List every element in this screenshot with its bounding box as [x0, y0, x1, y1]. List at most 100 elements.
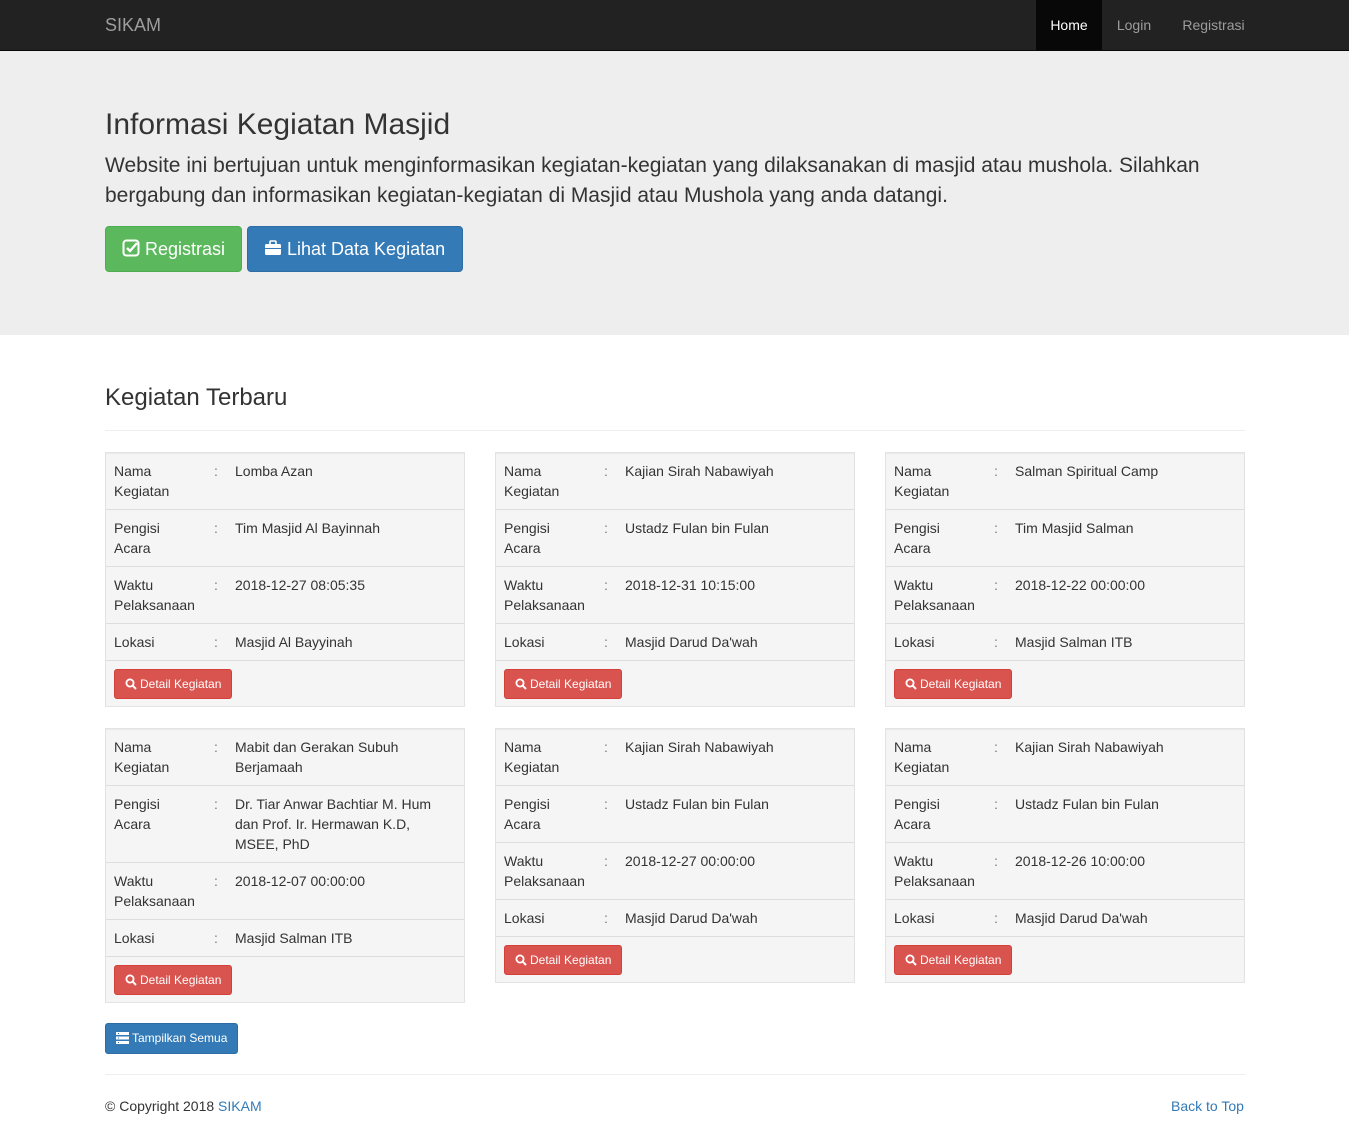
event-row-nama: Nama Kegiatan: Salman Spiritual Camp — [886, 453, 1244, 510]
field-separator: : — [596, 623, 617, 660]
field-label: Lokasi — [496, 899, 596, 936]
field-value-waktu: 2018-12-26 10:00:00 — [1007, 842, 1244, 900]
field-separator: : — [214, 463, 218, 479]
event-row-pengisi: Pengisi Acara: Ustadz Fulan bin Fulan — [886, 785, 1244, 843]
view-data-button[interactable]: Lihat Data Kegiatan — [247, 226, 463, 272]
event-row-lokasi: Lokasi: Masjid Salman ITB — [886, 623, 1244, 660]
detail-kegiatan-button[interactable]: Detail Kegiatan — [114, 669, 233, 699]
field-label: Pengisi Acara — [496, 509, 596, 567]
hero-description: Website ini bertujuan untuk menginformas… — [105, 154, 1200, 207]
event-row-pengisi: Pengisi Acara: Dr. Tiar Anwar Bachtiar M.… — [106, 785, 464, 863]
field-label: Waktu Pelaksanaan — [106, 566, 206, 624]
field-label: Pengisi Acara — [106, 785, 206, 863]
event-row-pengisi: Pengisi Acara: Tim Masjid Salman — [886, 509, 1244, 567]
event-card-footer: Detail Kegiatan — [886, 660, 1244, 706]
event-row-waktu: Waktu Pelaksanaan:2018-12-27 08:05:35 — [106, 566, 464, 624]
field-label: Pengisi Acara — [886, 785, 986, 843]
list-icon — [116, 1031, 132, 1045]
field-label: Lokasi — [106, 623, 206, 660]
event-row-nama: Nama Kegiatan: Lomba Azan — [106, 453, 464, 510]
event-card: Nama Kegiatan: Kajian Sirah Nabawiyah Peng… — [885, 728, 1245, 983]
event-row-waktu: Waktu Pelaksanaan:2018-12-22 00:00:00 — [886, 566, 1244, 624]
detail-kegiatan-button[interactable]: Detail Kegiatan — [504, 945, 623, 975]
event-card: Nama Kegiatan: Kajian Sirah Nabawiyah Peng… — [495, 452, 855, 707]
field-separator: : — [994, 463, 998, 479]
event-row-nama: Nama Kegiatan: Kajian Sirah Nabawiyah — [886, 729, 1244, 786]
nav-registrasi[interactable]: Registrasi — [1166, 0, 1261, 50]
event-card: Nama Kegiatan: Lomba Azan Pengisi Acara: Ti… — [105, 452, 465, 707]
event-row-nama: Nama Kegiatan: Kajian Sirah Nabawiyah — [496, 729, 854, 786]
hero-jumbotron: Informasi Kegiatan Masjid Website ini be… — [0, 51, 1349, 335]
field-label: Waktu Pelaksanaan — [106, 862, 206, 920]
field-value-lokasi: Masjid Al Bayyinah — [227, 623, 464, 660]
field-value-nama: Kajian Sirah Nabawiyah — [1015, 739, 1164, 755]
event-row-waktu: Waktu Pelaksanaan:2018-12-07 00:00:00 — [106, 862, 464, 920]
detail-kegiatan-button[interactable]: Detail Kegiatan — [504, 669, 623, 699]
field-label: Lokasi — [106, 919, 206, 956]
field-separator: : — [596, 899, 617, 936]
detail-kegiatan-button[interactable]: Detail Kegiatan — [894, 669, 1013, 699]
field-label: Pengisi Acara — [106, 509, 206, 567]
field-label: Pengisi Acara — [886, 509, 986, 567]
field-separator: : — [206, 566, 227, 624]
field-value-pengisi: Tim Masjid Salman — [1007, 509, 1244, 567]
back-to-top-link[interactable]: Back to Top — [1171, 1096, 1244, 1116]
search-icon — [515, 677, 530, 691]
copyright-text: © Copyright 2018 — [105, 1098, 215, 1114]
hero-title: Informasi Kegiatan Masjid — [105, 108, 451, 141]
event-row-pengisi: Pengisi Acara: Ustadz Fulan bin Fulan — [496, 509, 854, 567]
event-row-waktu: Waktu Pelaksanaan:2018-12-31 10:15:00 — [496, 566, 854, 624]
field-value-lokasi: Masjid Salman ITB — [1007, 623, 1244, 660]
field-value-pengisi: Ustadz Fulan bin Fulan — [617, 509, 854, 567]
show-all-button-label: Tampilkan Semua — [132, 1031, 228, 1045]
nav-login[interactable]: Login — [1102, 0, 1166, 50]
field-value-pengisi: Dr. Tiar Anwar Bachtiar M. Hum dan Prof.… — [227, 785, 464, 863]
detail-kegiatan-label: Detail Kegiatan — [530, 953, 612, 967]
field-separator: : — [986, 623, 1007, 660]
brand-link[interactable]: SIKAM — [105, 0, 161, 50]
event-card-footer: Detail Kegiatan — [106, 660, 464, 706]
field-value-nama: Salman Spiritual Camp — [1015, 463, 1159, 479]
section-divider — [105, 430, 1245, 431]
copyright-link[interactable]: SIKAM — [218, 1098, 262, 1114]
field-value-waktu: 2018-12-07 00:00:00 — [227, 862, 464, 920]
event-card-footer: Detail Kegiatan — [496, 936, 854, 982]
register-button[interactable]: Registrasi — [105, 226, 242, 272]
field-value-lokasi: Masjid Salman ITB — [227, 919, 464, 956]
field-value-waktu: 2018-12-27 00:00:00 — [617, 842, 854, 900]
event-card: Nama Kegiatan: Kajian Sirah Nabawiyah Peng… — [495, 728, 855, 983]
search-icon — [125, 973, 140, 987]
section-title: Kegiatan Terbaru — [105, 384, 288, 411]
event-row-pengisi: Pengisi Acara: Tim Masjid Al Bayinnah — [106, 509, 464, 567]
field-separator: : — [596, 566, 617, 624]
briefcase-icon — [264, 239, 287, 259]
search-icon — [905, 953, 920, 967]
field-separator: : — [986, 566, 1007, 624]
field-value-nama: Kajian Sirah Nabawiyah — [625, 739, 774, 755]
field-label: Lokasi — [496, 623, 596, 660]
event-row-lokasi: Lokasi: Masjid Darud Da'wah — [886, 899, 1244, 936]
event-row-lokasi: Lokasi: Masjid Al Bayyinah — [106, 623, 464, 660]
field-label: Waktu Pelaksanaan — [496, 842, 596, 900]
field-separator: : — [986, 899, 1007, 936]
field-separator: : — [596, 509, 617, 567]
field-value-lokasi: Masjid Darud Da'wah — [617, 899, 854, 936]
field-separator: : — [596, 785, 617, 843]
nav-home[interactable]: Home — [1036, 0, 1102, 50]
field-label: Lokasi — [886, 899, 986, 936]
field-label: Nama Kegiatan — [894, 463, 950, 499]
footer-divider — [105, 1074, 1245, 1075]
navbar: SIKAM Home Login Registrasi — [0, 0, 1349, 51]
field-separator: : — [206, 509, 227, 567]
field-label: Lokasi — [886, 623, 986, 660]
field-label: Nama Kegiatan — [894, 739, 950, 775]
detail-kegiatan-label: Detail Kegiatan — [140, 973, 222, 987]
check-square-icon — [122, 239, 145, 259]
field-separator: : — [206, 785, 227, 863]
search-icon — [515, 953, 530, 967]
show-all-button[interactable]: Tampilkan Semua — [105, 1023, 239, 1054]
field-value-pengisi: Tim Masjid Al Bayinnah — [227, 509, 464, 567]
detail-kegiatan-button[interactable]: Detail Kegiatan — [114, 965, 233, 995]
detail-kegiatan-button[interactable]: Detail Kegiatan — [894, 945, 1013, 975]
field-label: Nama Kegiatan — [504, 739, 560, 775]
